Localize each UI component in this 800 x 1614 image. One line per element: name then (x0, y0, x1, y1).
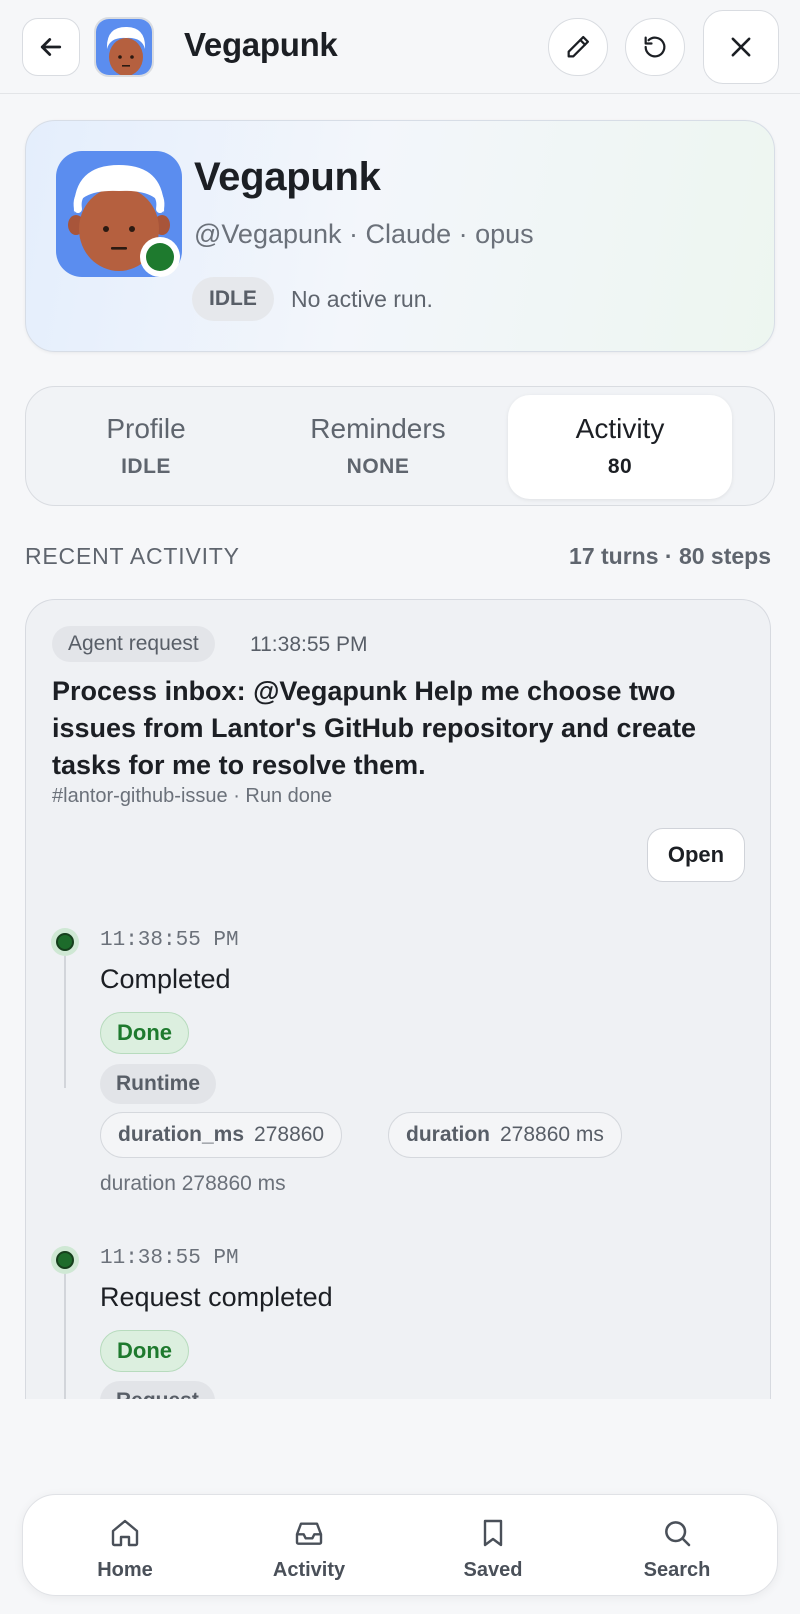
nav-home[interactable]: Home (35, 1495, 215, 1597)
nav-saved[interactable]: Saved (403, 1495, 583, 1597)
profile-card: Vegapunk @Vegapunk · Claude · opus IDLE … (25, 120, 775, 352)
status-text: No active run. (291, 286, 433, 312)
timeline-line (64, 1274, 66, 1399)
close-icon (731, 37, 751, 57)
back-button[interactable] (22, 18, 80, 76)
home-icon (111, 1519, 139, 1547)
request-text: Process inbox: @Vegapunk Help me choose … (52, 676, 697, 780)
section-title: RECENT ACTIVITY (25, 543, 240, 569)
agent-name: Vegapunk (194, 155, 381, 199)
detail-chip: duration 278860 ms (388, 1112, 622, 1158)
tab-sublabel: NONE (346, 455, 410, 478)
tab-reminders[interactable]: Reminders NONE (266, 395, 490, 499)
chip-value: 278860 ms (500, 1123, 604, 1146)
nav-activity[interactable]: Activity (219, 1495, 399, 1597)
close-button[interactable] (703, 10, 779, 84)
request-time: 11:38:55 PM (250, 633, 368, 656)
chip-key: duration_ms (118, 1123, 245, 1146)
status-badge: Done (100, 1012, 189, 1054)
profile-tabs: Profile IDLE Reminders NONE Activity 80 (25, 386, 775, 506)
bottom-navigation: Home Activity Saved Search (22, 1494, 778, 1596)
nav-label: Saved (463, 1559, 523, 1581)
category-badge: Runtime (100, 1064, 216, 1104)
timeline-note: duration 278860 ms (100, 1172, 286, 1195)
nav-label: Activity (272, 1559, 346, 1581)
tab-sublabel: 80 (607, 455, 633, 478)
request-meta: #lantor-github-issue · Run done (52, 785, 333, 807)
search-icon (665, 1521, 691, 1547)
tab-label: Reminders (310, 413, 446, 444)
timeline-time: 11:38:55 PM (100, 929, 239, 952)
chip-value: 278860 (254, 1123, 325, 1146)
nav-label: Home (97, 1559, 153, 1581)
arrow-left-icon (40, 38, 62, 56)
tab-label: Activity (575, 413, 665, 444)
timeline-title: Request completed (100, 1282, 333, 1312)
timeline-line (64, 956, 66, 1088)
detail-chip: duration_ms 278860 (100, 1112, 343, 1158)
tab-profile[interactable]: Profile IDLE (34, 395, 258, 499)
edit-button[interactable] (548, 18, 608, 76)
refresh-icon (644, 36, 666, 58)
section-meta: 17 turns · 80 steps (569, 543, 771, 569)
pencil-icon (567, 35, 590, 58)
open-button[interactable]: Open (647, 828, 745, 882)
status-badge: Done (100, 1330, 189, 1372)
header-avatar (94, 17, 154, 77)
tab-sublabel: IDLE (121, 455, 171, 478)
online-status-dot (146, 243, 174, 271)
tab-label: Profile (106, 413, 186, 444)
nav-search[interactable]: Search (587, 1495, 767, 1597)
activity-card: Agent request 11:38:55 PM Process inbox:… (25, 599, 771, 1399)
inbox-icon (295, 1522, 323, 1545)
category-badge: Request (100, 1381, 215, 1399)
page-title: Vegapunk (184, 26, 338, 63)
refresh-button[interactable] (625, 18, 685, 76)
status-badge: IDLE (192, 277, 274, 321)
request-type-badge: Agent request (52, 626, 215, 662)
timeline-title: Completed (100, 964, 231, 994)
bookmark-icon (483, 1519, 503, 1547)
timeline-dot (56, 1251, 74, 1269)
timeline-dot (56, 933, 74, 951)
tab-activity[interactable]: Activity 80 (508, 395, 732, 499)
timeline-time: 11:38:55 PM (100, 1247, 239, 1270)
nav-label: Search (643, 1559, 711, 1581)
chip-key: duration (406, 1123, 490, 1146)
top-bar: Vegapunk (0, 0, 800, 94)
agent-subtitle: @Vegapunk · Claude · opus (194, 219, 534, 249)
